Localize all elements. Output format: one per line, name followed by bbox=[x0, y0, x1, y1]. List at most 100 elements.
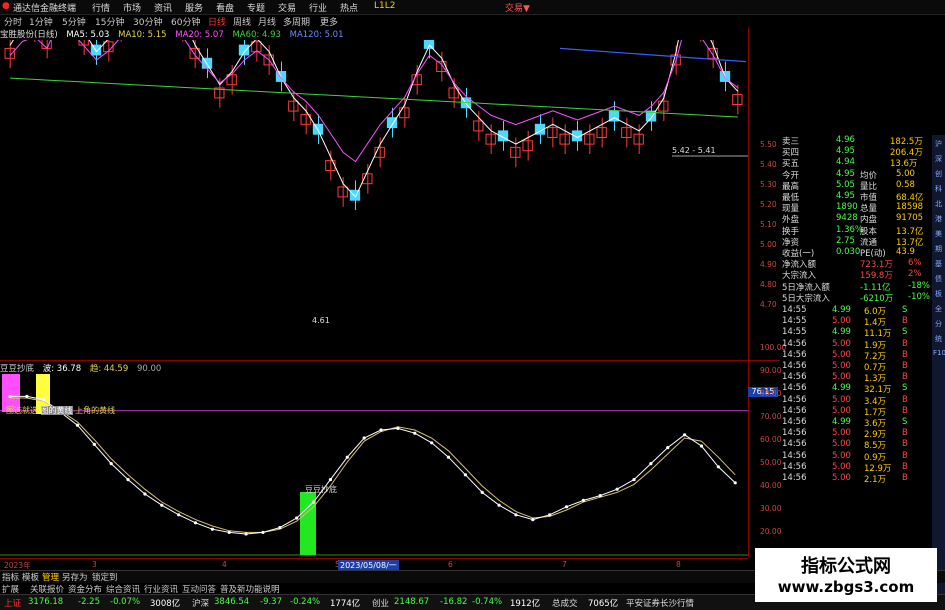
candle-body bbox=[288, 100, 299, 112]
wave-point bbox=[295, 516, 299, 520]
stat-row: 现量 1890 总量 18598 bbox=[782, 202, 924, 215]
sidebar-tab[interactable]: 期 bbox=[933, 244, 944, 256]
menu-item-trade[interactable]: 交易 bbox=[278, 1, 296, 14]
wave-point bbox=[193, 521, 198, 525]
sidebar-tab[interactable]: 基 bbox=[933, 259, 944, 271]
wave-point bbox=[227, 530, 231, 534]
wave-point bbox=[396, 426, 400, 430]
menu-item-board[interactable]: 看盘 bbox=[216, 1, 234, 14]
sidebar-tab[interactable]: 统 bbox=[933, 334, 944, 346]
tab-template[interactable]: 模板 bbox=[22, 571, 39, 583]
indicator-name: 豆豆抄底 bbox=[0, 364, 35, 374]
wave-point bbox=[311, 500, 316, 504]
tick-row: 14:56 5.00 0.9万 B bbox=[782, 450, 908, 463]
menu-item-market[interactable]: 市场 bbox=[123, 1, 141, 14]
trade-button[interactable]: 交易▼ bbox=[505, 1, 530, 14]
indicator-chart[interactable] bbox=[0, 374, 748, 558]
tick-row: 14:55 4.99 6.0万 S bbox=[782, 305, 908, 317]
ma120-line bbox=[559, 47, 747, 63]
signal-label: 豆豆抄底 bbox=[305, 485, 337, 494]
stat-row: 最低 4.95 市值 68.4亿 bbox=[782, 191, 924, 203]
wave-point bbox=[649, 462, 653, 466]
wave-point bbox=[75, 423, 80, 427]
period-tabs: 分时 1分钟 5分钟 15分钟 30分钟 60分钟 日线 周线 月线 多周期 更… bbox=[0, 15, 540, 28]
wave-point bbox=[564, 505, 569, 509]
sidebar-tab[interactable]: 创 bbox=[933, 169, 944, 181]
indicator-level: 90.00 bbox=[136, 364, 162, 374]
wave-point bbox=[463, 473, 467, 477]
tick-row: 14:56 5.00 7.2万 B bbox=[782, 349, 908, 362]
right-sidebar: 沪深创科北港美期基债板全分统 F10 bbox=[932, 135, 945, 595]
capital-flow-row: 净流入额 723.1万 6% bbox=[782, 258, 922, 271]
tick-row: 14:56 4.99 3.6万 S bbox=[782, 417, 908, 429]
wave-point bbox=[328, 478, 333, 482]
sidebar-tab[interactable]: 全 bbox=[933, 304, 944, 316]
candle-body bbox=[238, 44, 250, 56]
wave-point bbox=[548, 513, 552, 517]
menu-bar: ● 通达信金融终端 行情 市场 资讯 服务 看盘 专题 交易 行业 热点 L1L… bbox=[0, 0, 945, 15]
indicator-hint: 图选就选 图的黄线 上角的黄线 bbox=[6, 406, 116, 415]
tab-saveas[interactable]: 另存为 bbox=[62, 571, 88, 583]
sidebar-tab[interactable]: 深 bbox=[933, 154, 944, 166]
sidebar-tab[interactable]: 科 bbox=[933, 184, 944, 196]
wave-point bbox=[514, 513, 518, 517]
app-logo-icon: ● bbox=[2, 1, 10, 11]
menu-item-quotes[interactable]: 行情 bbox=[92, 1, 110, 14]
wave-point bbox=[480, 490, 484, 494]
wave-point bbox=[666, 446, 670, 450]
tick-row: 14:56 5.00 1.9万 B bbox=[782, 338, 908, 351]
wave-point bbox=[632, 478, 636, 482]
capital-flow-row: 5日净流入额 -1.11亿 -18% bbox=[782, 280, 930, 293]
tab-lock[interactable]: 锁定到 bbox=[92, 571, 118, 583]
quote-panel: 卖三 4.96 182.5万 买四 4.95 206.4万 买五 4.94 13.6万 今开 4.9… bbox=[750, 135, 930, 560]
candle-body bbox=[596, 127, 607, 138]
sidebar-tab[interactable]: 沪 bbox=[933, 139, 944, 151]
tab-indicator[interactable]: 指标 bbox=[2, 571, 19, 583]
panel-divider bbox=[0, 360, 780, 361]
orderbook-row: 卖三 4.96 182.5万 bbox=[782, 135, 923, 147]
menu-item-hot[interactable]: 热点 bbox=[340, 1, 358, 14]
wave-point bbox=[42, 398, 46, 402]
wave-point bbox=[683, 433, 687, 437]
stat-row: 外盘 9428 内盘 91705 bbox=[782, 213, 924, 226]
sidebar-tab[interactable]: 分 bbox=[933, 319, 944, 331]
wave-point bbox=[413, 431, 417, 435]
stat-row: 今开 4.95 均价 5.00 bbox=[782, 168, 915, 181]
sidebar-tab[interactable]: 债 bbox=[933, 274, 944, 286]
tick-row: 14:56 5.00 12.9万 B bbox=[782, 461, 908, 474]
tick-row: 14:56 5.00 3.4万 B bbox=[782, 394, 908, 407]
tick-row: 14:56 5.00 2.1万 B bbox=[782, 473, 908, 485]
wave-point bbox=[345, 455, 349, 459]
menu-item-service[interactable]: 服务 bbox=[185, 1, 203, 14]
wave-point bbox=[143, 492, 147, 496]
indicator-legend: 豆豆抄底 波: 36.78 趋: 44.59 90.00 bbox=[0, 362, 167, 374]
capital-flow-row: 大宗流入 159.8万 2% bbox=[782, 269, 922, 282]
level-status: L1L2 bbox=[374, 1, 396, 11]
menu-item-topic[interactable]: 专题 bbox=[247, 1, 265, 14]
app-title: 通达信金融终端 bbox=[13, 4, 77, 14]
wave-point bbox=[244, 532, 248, 536]
ma-legend: 宝胜股份(日线) MA5: 5.03 MA10: 5.15 MA20: 5.07… bbox=[0, 28, 350, 40]
candle-body bbox=[4, 47, 15, 59]
sidebar-tab[interactable]: 板 bbox=[933, 289, 944, 301]
tab-manage[interactable]: 管理 bbox=[42, 571, 59, 583]
tick-row: 14:56 4.99 32.1万 S bbox=[782, 383, 908, 396]
candle-body bbox=[522, 140, 533, 152]
sidebar-tab[interactable]: F10 bbox=[933, 349, 945, 361]
menu-item-industry[interactable]: 行业 bbox=[309, 1, 327, 14]
wave-point bbox=[109, 462, 113, 466]
sidebar-tab[interactable]: 美 bbox=[933, 229, 944, 241]
kline-chart[interactable]: 5.42 - 5.41 4.61 bbox=[0, 40, 748, 360]
indicator-wave: 波: 36.78 bbox=[42, 364, 82, 374]
sidebar-tab[interactable]: 港 bbox=[933, 214, 944, 226]
wave-point bbox=[716, 465, 720, 469]
menu-item-news[interactable]: 资讯 bbox=[154, 1, 172, 14]
watermark-logo: 指标公式网 www.zbgs3.com bbox=[755, 548, 937, 602]
wave-point bbox=[8, 394, 12, 398]
sidebar-tab[interactable]: 北 bbox=[933, 199, 944, 211]
wave-point bbox=[733, 481, 737, 485]
stock-name: 宝胜股份(日线) bbox=[0, 30, 58, 40]
wave-point bbox=[92, 442, 96, 446]
tick-row: 14:56 5.00 1.3万 B bbox=[782, 372, 908, 385]
stat-row: 净资 2.75 流通 13.7亿 bbox=[782, 235, 924, 248]
